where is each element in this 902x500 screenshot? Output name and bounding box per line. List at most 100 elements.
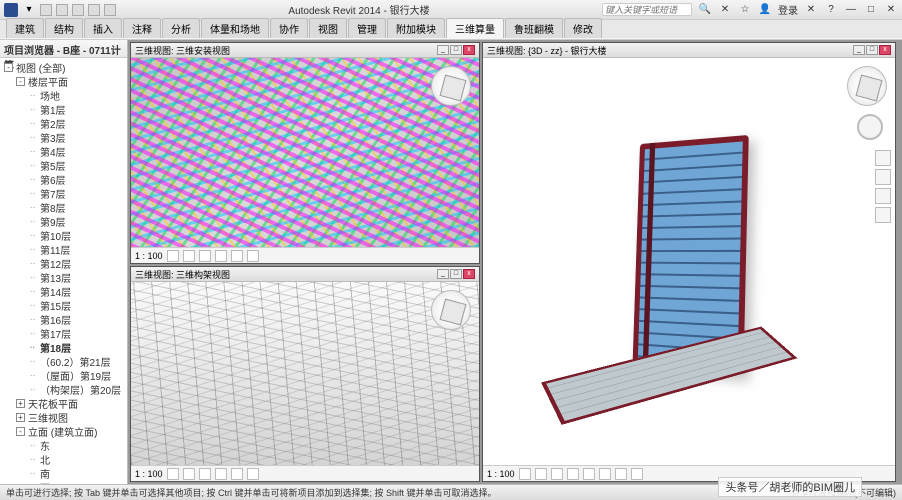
ribbon-tab[interactable]: 结构 [45, 18, 83, 38]
tree-item[interactable]: -视图 (全部) [0, 60, 127, 74]
help-search-input[interactable] [602, 3, 692, 16]
tree-item[interactable]: ··第7层 [0, 186, 127, 200]
tree-item[interactable]: ··第4层 [0, 144, 127, 158]
viewcube-icon[interactable] [847, 66, 887, 106]
ribbon-tab[interactable]: 分析 [162, 18, 200, 38]
project-tree[interactable]: -视图 (全部)-楼层平面··场地··第1层··第2层··第3层··第4层··第… [0, 58, 127, 484]
ribbon-tab[interactable]: 三维算量 [446, 18, 504, 38]
viewport-canvas[interactable] [483, 58, 895, 465]
tree-item[interactable]: ··第9层 [0, 214, 127, 228]
lookat-tool-button[interactable] [875, 207, 891, 223]
sun-path-button[interactable] [199, 250, 211, 262]
reveal-hidden-button[interactable] [631, 468, 643, 480]
tree-item[interactable]: ··东 [0, 438, 127, 452]
minimize-button[interactable]: — [844, 3, 858, 17]
tree-item[interactable]: ··第6层 [0, 172, 127, 186]
app-menu-button[interactable]: ▾ [22, 3, 36, 17]
help-icon[interactable]: ? [824, 3, 838, 17]
hide-isolate-button[interactable] [247, 468, 259, 480]
viewport-title[interactable]: 三维视图: {3D - zz} - 银行大楼 _ □ x [483, 43, 895, 58]
ribbon-tab[interactable]: 视图 [309, 18, 347, 38]
detail-level-button[interactable] [167, 250, 179, 262]
visual-style-button[interactable] [535, 468, 547, 480]
user-icon[interactable]: 👤 [758, 3, 772, 17]
ribbon-tab[interactable]: 建筑 [6, 18, 44, 38]
crop-button[interactable] [231, 468, 243, 480]
tree-item[interactable]: ··（构架层）第20层 [0, 382, 127, 396]
tree-item[interactable]: -立面 (建筑立面) [0, 424, 127, 438]
viewport-maximize-button[interactable]: □ [450, 269, 462, 279]
login-link[interactable]: 登录 [778, 2, 798, 17]
collapse-icon[interactable]: - [16, 427, 25, 436]
tree-item[interactable]: +天花板平面 [0, 396, 127, 410]
tree-item[interactable]: ··第1层 [0, 102, 127, 116]
viewport-close-button[interactable]: x [463, 269, 475, 279]
detail-level-button[interactable] [519, 468, 531, 480]
viewcube-icon[interactable] [431, 66, 471, 106]
qat-print-icon[interactable] [104, 4, 116, 16]
collapse-icon[interactable]: - [16, 77, 25, 86]
detail-level-button[interactable] [167, 468, 179, 480]
crop-button[interactable] [231, 250, 243, 262]
viewport-maximize-button[interactable]: □ [450, 45, 462, 55]
tree-item[interactable]: +三维视图 [0, 410, 127, 424]
viewport-title[interactable]: 三维视图: 三维安装视图 _ □ x [131, 43, 479, 58]
exchange-icon[interactable]: ✕ [804, 3, 818, 17]
expand-icon[interactable]: + [16, 399, 25, 408]
tree-item[interactable]: ··第14层 [0, 284, 127, 298]
shadows-button[interactable] [567, 468, 579, 480]
favorite-icon[interactable]: ☆ [738, 3, 752, 17]
viewport-close-button[interactable]: x [879, 45, 891, 55]
subscription-icon[interactable]: ✕ [718, 3, 732, 17]
rendering-button[interactable] [583, 468, 595, 480]
tree-item[interactable]: ··第17层 [0, 326, 127, 340]
ribbon-tab[interactable]: 鲁班翻模 [505, 18, 563, 38]
close-button[interactable]: ✕ [884, 3, 898, 17]
scale-label[interactable]: 1 : 100 [135, 469, 163, 479]
scale-label[interactable]: 1 : 100 [487, 469, 515, 479]
ribbon-tab[interactable]: 协作 [270, 18, 308, 38]
sun-path-button[interactable] [551, 468, 563, 480]
sun-path-button[interactable] [199, 468, 211, 480]
search-icon[interactable]: 🔍 [698, 3, 712, 17]
viewport-maximize-button[interactable]: □ [866, 45, 878, 55]
zoom-tool-button[interactable] [875, 169, 891, 185]
tree-item[interactable]: ··第12层 [0, 256, 127, 270]
tree-item[interactable]: ··第13层 [0, 270, 127, 284]
tree-item[interactable]: -楼层平面 [0, 74, 127, 88]
tree-item[interactable]: ··第10层 [0, 228, 127, 242]
ribbon-tab[interactable]: 附加模块 [387, 18, 445, 38]
ribbon-tab[interactable]: 管理 [348, 18, 386, 38]
viewport-title[interactable]: 三维视图: 三维构架视图 _ □ x [131, 267, 479, 282]
expand-icon[interactable]: + [16, 413, 25, 422]
viewport-minimize-button[interactable]: _ [437, 269, 449, 279]
ribbon-tab[interactable]: 修改 [564, 18, 602, 38]
ribbon-tab[interactable]: 体量和场地 [201, 18, 269, 38]
viewport-canvas[interactable] [131, 282, 479, 465]
tree-item[interactable]: ··（屋面）第19层 [0, 368, 127, 382]
qat-redo-icon[interactable] [88, 4, 100, 16]
tree-item[interactable]: ··第18层 [0, 340, 127, 354]
qat-save-icon[interactable] [56, 4, 68, 16]
orbit-tool-button[interactable] [875, 188, 891, 204]
steering-wheel-icon[interactable] [857, 114, 883, 140]
tree-item[interactable]: ··南 [0, 466, 127, 480]
visual-style-button[interactable] [183, 250, 195, 262]
tree-item[interactable]: ··第8层 [0, 200, 127, 214]
tree-item[interactable]: ··第11层 [0, 242, 127, 256]
tree-item[interactable]: ··（60.2）第21层 [0, 354, 127, 368]
viewport-close-button[interactable]: x [463, 45, 475, 55]
scale-label[interactable]: 1 : 100 [135, 251, 163, 261]
viewport-minimize-button[interactable]: _ [437, 45, 449, 55]
hide-isolate-button[interactable] [615, 468, 627, 480]
tree-item[interactable]: ··第15层 [0, 298, 127, 312]
shadows-button[interactable] [215, 468, 227, 480]
tree-item[interactable]: ··第5层 [0, 158, 127, 172]
shadows-button[interactable] [215, 250, 227, 262]
ribbon-tab[interactable]: 插入 [84, 18, 122, 38]
hide-isolate-button[interactable] [247, 250, 259, 262]
tree-item[interactable]: ··场地 [0, 88, 127, 102]
ribbon-tab[interactable]: 注释 [123, 18, 161, 38]
tree-item[interactable]: ··第2层 [0, 116, 127, 130]
pan-tool-button[interactable] [875, 150, 891, 166]
